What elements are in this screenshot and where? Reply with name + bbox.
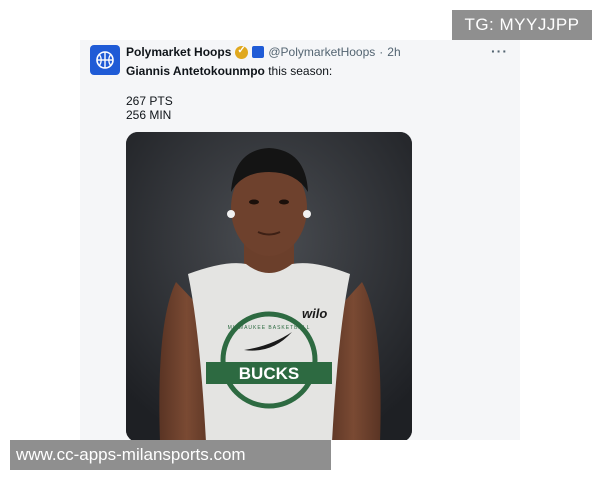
- separator: ·: [379, 45, 384, 59]
- stat-points: 267 PTS: [126, 94, 173, 108]
- tweet-header: Polymarket Hoops @PolymarketHoops · 2h: [126, 45, 401, 60]
- more-options-icon[interactable]: ···: [491, 43, 508, 59]
- basketball-icon: [96, 51, 114, 69]
- avatar[interactable]: [90, 45, 120, 75]
- display-name[interactable]: Polymarket Hoops: [126, 45, 231, 59]
- jersey-team-text: BUCKS: [239, 364, 299, 383]
- player-photo-graphic: BUCKS wilo MILWAUKEE BASKETBALL: [126, 132, 412, 440]
- tweet-card[interactable]: Polymarket Hoops @PolymarketHoops · 2h ·…: [80, 40, 520, 440]
- player-name: Giannis Antetokounmpo: [126, 64, 265, 78]
- jersey-arc-text: MILWAUKEE BASKETBALL: [228, 325, 311, 331]
- affiliate-badge-icon: [252, 46, 265, 58]
- tweet-text-rest: this season:: [264, 64, 333, 78]
- watermark-bottom: www.cc-apps-milansports.com: [10, 440, 331, 470]
- tweet-text: Giannis Antetokounmpo this season:: [126, 64, 332, 78]
- player-photo[interactable]: BUCKS wilo MILWAUKEE BASKETBALL: [126, 132, 412, 440]
- timestamp[interactable]: 2h: [387, 45, 400, 59]
- stat-minutes: 256 MIN: [126, 108, 172, 122]
- handle[interactable]: @PolymarketHoops: [268, 45, 375, 59]
- verified-badge-icon: [235, 45, 249, 59]
- watermark-top: TG: MYYJJPP: [452, 10, 592, 40]
- jersey-brand-text: wilo: [302, 306, 327, 321]
